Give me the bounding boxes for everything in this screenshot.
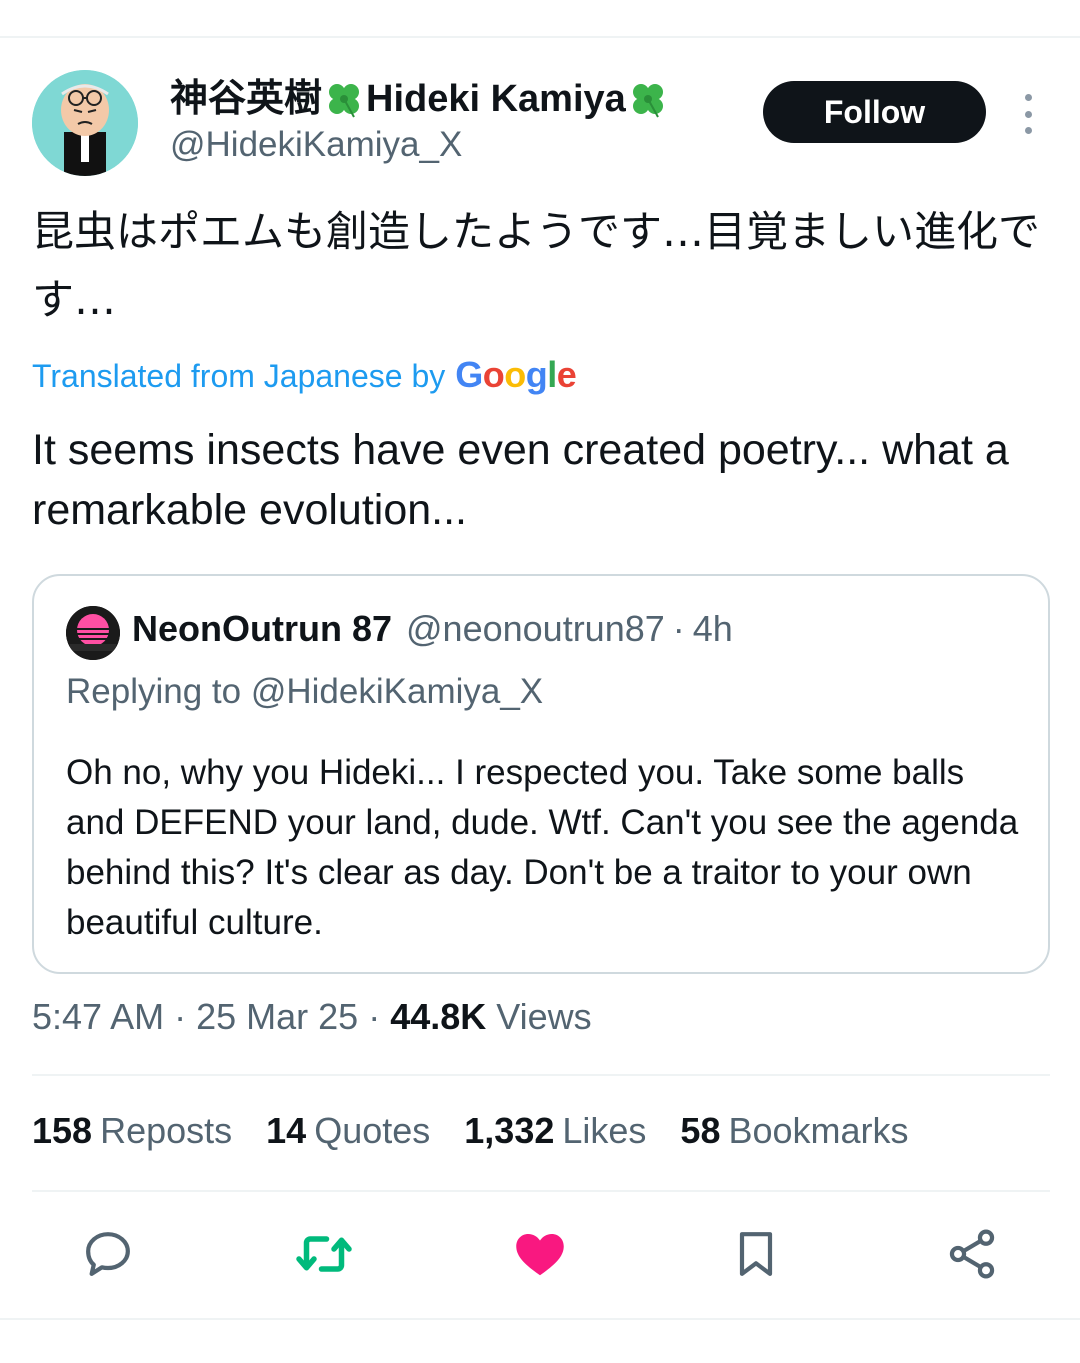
stat-count: 1,332: [464, 1110, 555, 1151]
like-button[interactable]: [508, 1222, 572, 1286]
bookmark-button[interactable]: [724, 1222, 788, 1286]
stat-label: Bookmarks: [728, 1110, 909, 1151]
replying-prefix: Replying to: [66, 672, 242, 711]
reply-button[interactable]: [76, 1222, 140, 1286]
share-button[interactable]: [940, 1222, 1004, 1286]
stat-count: 58: [680, 1110, 721, 1151]
tweet-original-text: 昆虫はポエムも創造したようです…目覚ましい進化です…: [32, 207, 1041, 324]
author-handle[interactable]: @HidekiKamiya_X: [170, 122, 668, 168]
author-avatar[interactable]: [32, 70, 138, 176]
google-logo: Google: [455, 354, 577, 395]
action-bar: [0, 1222, 1080, 1286]
translation-attribution[interactable]: Translated from Japanese by Google: [32, 354, 577, 396]
four-leaf-clover-icon: [329, 84, 360, 118]
translated-prefix: Translated from Japanese by: [32, 358, 446, 394]
stat-bookmarks[interactable]: 58 Bookmarks: [680, 1110, 908, 1152]
reply-icon: [86, 1232, 130, 1276]
follow-button[interactable]: Follow: [763, 81, 986, 143]
quote-avatar[interactable]: [66, 606, 120, 660]
quote-time: 4h: [692, 608, 733, 649]
divider: [32, 1074, 1050, 1076]
replying-handle[interactable]: @HidekiKamiya_X: [251, 672, 543, 711]
cartoon-avatar-icon: [32, 70, 138, 176]
author-display-name[interactable]: 神谷英樹 Hideki Kamiya: [170, 76, 668, 122]
views-count: 44.8K: [390, 996, 487, 1037]
stat-likes[interactable]: 1,332 Likes: [464, 1110, 646, 1152]
tweet-meta: 5:47 AM · 25 Mar 25 · 44.8K Views: [32, 996, 592, 1038]
engagement-stats: 158 Reposts 14 Quotes 1,332 Likes 58 Bookmar…: [32, 1110, 909, 1152]
replying-to: Replying to @HidekiKamiya_X: [66, 672, 543, 712]
neon-sunset-avatar-icon: [66, 606, 120, 660]
quote-display-name[interactable]: NeonOutrun 87: [132, 608, 392, 650]
meta-separator: ·: [164, 996, 197, 1037]
stat-label: Reposts: [100, 1110, 233, 1151]
quote-handle[interactable]: @neonoutrun87: [406, 608, 665, 650]
stat-count: 158: [32, 1110, 93, 1151]
stat-reposts[interactable]: 158 Reposts: [32, 1110, 232, 1152]
views-label: Views: [496, 996, 592, 1037]
author-names: 神谷英樹 Hideki Kamiya @HidekiKamiya_X: [170, 76, 668, 168]
tweet-date: 25 Mar 25: [196, 996, 359, 1037]
tweet-translated-text: It seems insects have even created poetr…: [32, 426, 1009, 534]
tweet-time: 5:47 AM: [32, 996, 165, 1037]
bottom-divider: [0, 1318, 1080, 1320]
quote-separator: ·: [672, 608, 685, 649]
heart-icon: [516, 1234, 564, 1276]
meta-separator: ·: [358, 996, 391, 1037]
quote-body: Oh no, why you Hideki... I respected you…: [66, 753, 1019, 942]
stat-label: Likes: [562, 1110, 647, 1151]
four-leaf-clover-icon: [632, 84, 663, 118]
stat-label: Quotes: [314, 1110, 431, 1151]
top-divider: [0, 36, 1080, 38]
quoted-tweet[interactable]: NeonOutrun 87 @neonoutrun87 · 4h Replyin…: [32, 574, 1050, 974]
display-name-en: Hideki Kamiya: [366, 78, 626, 120]
bookmark-icon: [739, 1232, 773, 1276]
more-options-icon[interactable]: [1016, 94, 1040, 134]
retweet-button[interactable]: [292, 1222, 356, 1286]
stat-count: 14: [266, 1110, 307, 1151]
display-name-jp: 神谷英樹: [170, 78, 323, 120]
stat-quotes[interactable]: 14 Quotes: [266, 1110, 430, 1152]
retweet-icon: [296, 1236, 352, 1272]
tweet-header: 神谷英樹 Hideki Kamiya @HidekiKamiya_X Follo…: [32, 70, 1052, 180]
quote-header: NeonOutrun 87 @neonoutrun87 · 4h: [132, 608, 733, 650]
divider: [32, 1190, 1050, 1192]
share-icon: [949, 1229, 995, 1279]
